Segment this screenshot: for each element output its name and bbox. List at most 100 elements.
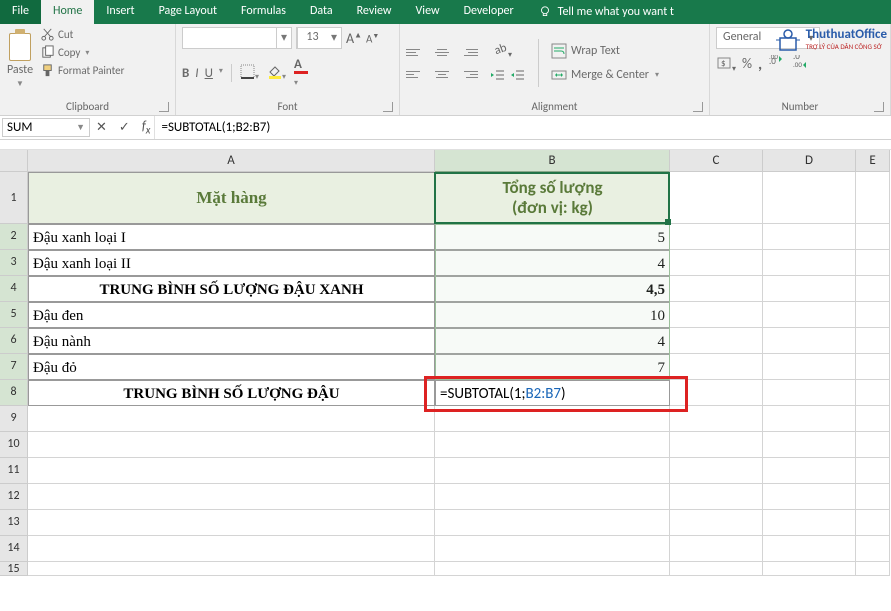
cell-E13[interactable] (856, 510, 890, 536)
tab-file[interactable]: File (0, 0, 41, 24)
col-header-C[interactable]: C (670, 150, 763, 172)
cell-B2[interactable]: 5 (435, 224, 670, 250)
cell-C9[interactable] (670, 406, 763, 432)
col-header-D[interactable]: D (763, 150, 856, 172)
cell-D6[interactable] (763, 328, 856, 354)
cell-A2[interactable]: Đậu xanh loại I (28, 224, 435, 250)
cell-A3[interactable]: Đậu xanh loại II (28, 250, 435, 276)
decrease-indent-button[interactable] (490, 69, 506, 87)
cell-A8[interactable]: TRUNG BÌNH SỐ LƯỢNG ĐẬU (28, 380, 435, 406)
borders-button[interactable]: ▾ (240, 64, 259, 83)
cell-D9[interactable] (763, 406, 856, 432)
grow-font-button[interactable]: A▲ (346, 30, 362, 47)
cell-A4[interactable]: TRUNG BÌNH SỐ LƯỢNG ĐẬU XANH (28, 276, 435, 302)
tab-page-layout[interactable]: Page Layout (147, 0, 229, 24)
cell-D1[interactable] (763, 172, 856, 224)
cell-E12[interactable] (856, 484, 890, 510)
font-launcher[interactable] (383, 102, 393, 112)
fill-color-button[interactable]: ▾ (267, 64, 286, 83)
cell-B9[interactable] (435, 406, 670, 432)
cell-D14[interactable] (763, 536, 856, 562)
align-left-button[interactable] (406, 66, 426, 82)
cell-A7[interactable]: Đậu đỏ (28, 354, 435, 380)
cell-E11[interactable] (856, 458, 890, 484)
insert-function-button[interactable]: fx (142, 119, 151, 137)
row-header-8[interactable]: 8 (0, 380, 28, 406)
cell-E3[interactable] (856, 250, 890, 276)
cell-D7[interactable] (763, 354, 856, 380)
row-header-7[interactable]: 7 (0, 354, 28, 380)
tab-review[interactable]: Review (345, 0, 404, 24)
align-top-button[interactable] (406, 44, 426, 60)
wrap-text-button[interactable]: Wrap Text (551, 43, 659, 59)
cell-B14[interactable] (435, 536, 670, 562)
tell-me-search[interactable]: Tell me what you want t (526, 0, 686, 24)
cell-D3[interactable] (763, 250, 856, 276)
row-header-10[interactable]: 10 (0, 432, 28, 458)
tab-view[interactable]: View (404, 0, 452, 24)
tab-formulas[interactable]: Formulas (229, 0, 298, 24)
cell-C14[interactable] (670, 536, 763, 562)
cell-D13[interactable] (763, 510, 856, 536)
cell-B11[interactable] (435, 458, 670, 484)
decrease-decimal-button[interactable]: .0.00 (792, 55, 810, 75)
col-header-E[interactable]: E (856, 150, 890, 172)
row-header-12[interactable]: 12 (0, 484, 28, 510)
cell-D4[interactable] (763, 276, 856, 302)
accounting-format-button[interactable]: $▾ (716, 55, 736, 75)
cell-A1[interactable]: Mặt hàng (28, 172, 435, 224)
row-header-4[interactable]: 4 (0, 276, 28, 302)
cell-A11[interactable] (28, 458, 435, 484)
font-name-combo[interactable]: ▾ (182, 27, 292, 49)
cell-C10[interactable] (670, 432, 763, 458)
formula-input[interactable]: =SUBTOTAL(1;B2:B7) (154, 116, 891, 139)
cell-B5[interactable]: 10 (435, 302, 670, 328)
cell-B15[interactable] (435, 562, 670, 576)
row-header-1[interactable]: 1 (0, 172, 28, 224)
percent-button[interactable]: % (742, 55, 752, 75)
row-header-11[interactable]: 11 (0, 458, 28, 484)
cell-D10[interactable] (763, 432, 856, 458)
cell-C1[interactable] (670, 172, 763, 224)
cell-E4[interactable] (856, 276, 890, 302)
cell-C15[interactable] (670, 562, 763, 576)
cell-B13[interactable] (435, 510, 670, 536)
italic-button[interactable]: I (195, 66, 198, 81)
cell-B6[interactable]: 4 (435, 328, 670, 354)
cell-B4[interactable]: 4,5 (435, 276, 670, 302)
cell-E10[interactable] (856, 432, 890, 458)
merge-center-button[interactable]: Merge & Center▾ (551, 67, 659, 83)
cell-A6[interactable]: Đậu nành (28, 328, 435, 354)
cell-D2[interactable] (763, 224, 856, 250)
cell-A14[interactable] (28, 536, 435, 562)
increase-indent-button[interactable] (510, 69, 526, 87)
cell-C6[interactable] (670, 328, 763, 354)
increase-decimal-button[interactable]: .0.00 (768, 55, 786, 75)
align-right-button[interactable] (458, 66, 478, 82)
name-box[interactable]: SUM▼ (2, 118, 90, 137)
cell-C7[interactable] (670, 354, 763, 380)
cell-D11[interactable] (763, 458, 856, 484)
cell-B12[interactable] (435, 484, 670, 510)
cell-D12[interactable] (763, 484, 856, 510)
cancel-button[interactable]: ✕ (96, 120, 107, 135)
cell-E15[interactable] (856, 562, 890, 576)
cell-A13[interactable] (28, 510, 435, 536)
row-header-2[interactable]: 2 (0, 224, 28, 250)
paste-button[interactable]: Paste ▼ (6, 27, 34, 99)
shrink-font-button[interactable]: A▼ (366, 31, 379, 46)
spreadsheet-grid[interactable]: A B C D E 1 Mặt hàng Tổng số lượng (đơn … (0, 150, 891, 576)
row-header-13[interactable]: 13 (0, 510, 28, 536)
cell-E2[interactable] (856, 224, 890, 250)
cell-E9[interactable] (856, 406, 890, 432)
cell-B10[interactable] (435, 432, 670, 458)
underline-button[interactable]: U (205, 66, 213, 81)
tab-insert[interactable]: Insert (94, 0, 146, 24)
cell-D5[interactable] (763, 302, 856, 328)
row-header-5[interactable]: 5 (0, 302, 28, 328)
font-size-combo[interactable]: 13 ▾ (296, 27, 342, 49)
cell-B1[interactable]: Tổng số lượng (đơn vị: kg) (435, 172, 670, 224)
cell-A15[interactable] (28, 562, 435, 576)
row-header-15[interactable]: 15 (0, 562, 28, 576)
cell-E14[interactable] (856, 536, 890, 562)
